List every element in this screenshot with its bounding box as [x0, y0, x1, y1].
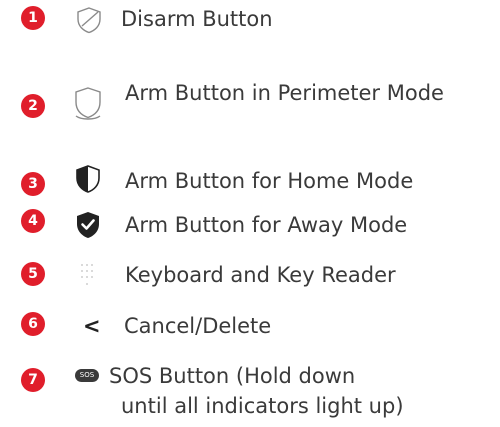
number-badge-2: 2 — [21, 94, 45, 118]
number-badge-5: 5 — [21, 262, 45, 286]
number-badge-7: 7 — [21, 368, 45, 392]
sos-pill-icon: SOS — [75, 369, 99, 382]
shield-outline-perimeter-icon — [75, 87, 101, 120]
number-badge-4: 4 — [21, 209, 45, 233]
keypad-dots-icon — [81, 264, 93, 285]
shield-half-filled-icon — [76, 165, 100, 193]
less-than-icon: < — [83, 314, 101, 338]
legend-label-sos-line2: until all indicators light up) — [121, 394, 404, 418]
legend-label-sos-line1: SOS Button (Hold down — [109, 364, 356, 388]
legend-label-arm-away: Arm Button for Away Mode — [125, 213, 408, 237]
legend-label-keyboard: Keyboard and Key Reader — [125, 263, 396, 287]
number-badge-1: 1 — [21, 6, 45, 30]
shield-outline-slash-icon — [77, 7, 101, 34]
number-badge-6: 6 — [21, 312, 45, 336]
legend-label-disarm: Disarm Button — [121, 7, 273, 31]
shield-check-filled-icon — [77, 212, 99, 238]
legend-label-arm-home: Arm Button for Home Mode — [125, 169, 414, 193]
legend-label-arm-perimeter: Arm Button in Perimeter Mode — [125, 81, 444, 105]
sos-pill-text: SOS — [79, 371, 95, 379]
legend-label-cancel: Cancel/Delete — [124, 314, 272, 338]
number-badge-3: 3 — [21, 172, 45, 196]
